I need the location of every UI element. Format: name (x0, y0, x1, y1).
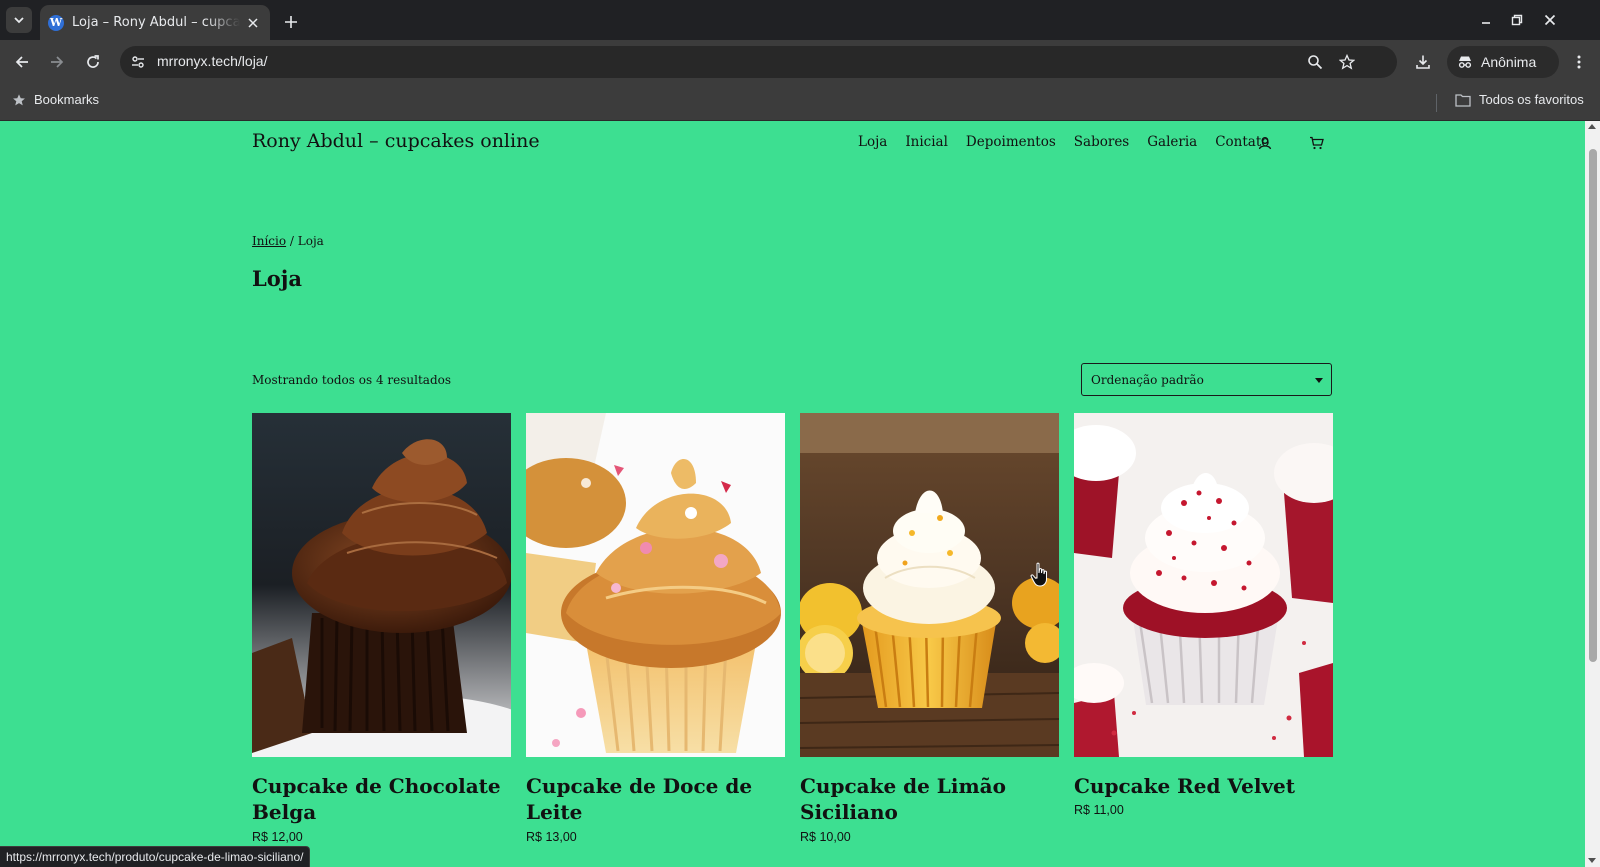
account-button[interactable] (1255, 133, 1275, 153)
site-info-button[interactable] (126, 50, 150, 74)
arrow-left-icon (15, 56, 28, 68)
profile-label: Anônima (1481, 54, 1537, 70)
product-name[interactable]: Cupcake de Chocolate Belga (252, 773, 511, 826)
browser-toolbar: mrronyx.tech/loja/ Anônima (0, 40, 1600, 84)
web-page: Rony Abdul – cupcakes online Loja Inicia… (0, 121, 1585, 867)
product-price: R$ 11,00 (1074, 803, 1124, 818)
product-image-limao-siciliano[interactable] (800, 413, 1059, 757)
scroll-up-arrow-icon[interactable] (1588, 124, 1596, 129)
nav-link-sabores[interactable]: Sabores (1074, 134, 1129, 150)
active-tab[interactable]: W Loja – Rony Abdul – cupcakes online (40, 5, 270, 40)
cart-icon (1309, 136, 1324, 150)
user-icon (1258, 137, 1272, 150)
product-card[interactable]: Cupcake de Chocolate Belga R$ 12,00 (252, 413, 511, 844)
all-bookmarks-folder[interactable]: Todos os favoritos (1455, 92, 1584, 107)
downloads-button[interactable] (1409, 48, 1437, 76)
address-bar[interactable]: mrronyx.tech/loja/ (120, 46, 1397, 78)
tune-icon (132, 56, 144, 68)
close-window-button[interactable] (1537, 8, 1563, 32)
tab-strip: W Loja – Rony Abdul – cupcakes online (0, 0, 1600, 40)
ordering-select[interactable]: Ordenação padrão (1081, 363, 1332, 396)
bookmarks-folder[interactable]: Bookmarks (12, 92, 99, 107)
chevron-down-icon (14, 17, 24, 24)
folder-icon (1455, 93, 1471, 107)
bookmarks-divider (1436, 94, 1437, 112)
incognito-icon (1458, 56, 1472, 68)
close-tab-button[interactable] (244, 14, 262, 32)
tab-title: Loja – Rony Abdul – cupcakes online (72, 15, 240, 30)
nav-link-depoimentos[interactable]: Depoimentos (966, 134, 1056, 150)
ordering-selected-value: Ordenação padrão (1091, 372, 1204, 387)
plus-icon (285, 16, 297, 28)
bookmarks-bar: Bookmarks Todos os favoritos (0, 84, 1600, 121)
bookmark-star-button[interactable] (1335, 50, 1359, 74)
result-count: Mostrando todos os 4 resultados (252, 373, 452, 387)
reload-icon (87, 55, 99, 68)
scrollbar-thumb[interactable] (1589, 149, 1597, 662)
incognito-profile-button[interactable]: Anônima (1447, 46, 1559, 78)
product-card[interactable]: Cupcake Red Velvet R$ 11,00 (1074, 413, 1333, 817)
new-tab-button[interactable] (278, 9, 304, 35)
minimize-button[interactable] (1473, 8, 1499, 32)
product-name[interactable]: Cupcake de Doce de Leite (526, 773, 785, 826)
star-outline-icon (1339, 54, 1355, 70)
minimize-icon (1482, 22, 1490, 24)
star-icon (13, 93, 25, 105)
breadcrumb: Início / Loja (252, 234, 324, 248)
reload-button[interactable] (79, 48, 107, 76)
nav-link-inicial[interactable]: Inicial (905, 134, 948, 150)
arrow-right-icon (51, 56, 64, 68)
scroll-down-arrow-icon[interactable] (1588, 858, 1596, 863)
hand-cursor-icon (1030, 562, 1047, 587)
page-title: Loja (252, 266, 302, 291)
site-title[interactable]: Rony Abdul – cupcakes online (252, 130, 540, 152)
bookmarks-label: Bookmarks (34, 92, 100, 107)
product-card[interactable]: Cupcake de Doce de Leite R$ 13,00 (526, 413, 785, 844)
main-navigation: Loja Inicial Depoimentos Sabores Galeria… (858, 134, 1287, 150)
breadcrumb-home-link[interactable]: Início (252, 234, 286, 248)
breadcrumb-separator: / (286, 234, 298, 248)
product-image-chocolate[interactable] (252, 413, 511, 757)
url-text[interactable]: mrronyx.tech/loja/ (157, 53, 267, 69)
product-image-doce-de-leite[interactable] (526, 413, 785, 757)
product-card[interactable]: Cupcake de Limão Siciliano R$ 10,00 (800, 413, 1059, 844)
product-name[interactable]: Cupcake de Limão Siciliano (800, 773, 1059, 826)
more-vertical-icon (1577, 55, 1581, 69)
restore-icon (1511, 14, 1523, 26)
forward-button[interactable] (43, 48, 71, 76)
breadcrumb-current: Loja (297, 234, 324, 248)
cart-button[interactable] (1306, 133, 1326, 153)
link-status-bar: https://mrronyx.tech/produto/cupcake-de-… (0, 846, 311, 867)
product-price: R$ 13,00 (526, 829, 577, 844)
caret-down-icon (1315, 378, 1323, 383)
close-icon (248, 17, 258, 28)
browser-menu-button[interactable] (1565, 48, 1593, 76)
nav-link-galeria[interactable]: Galeria (1147, 134, 1197, 150)
product-image-red-velvet[interactable] (1074, 413, 1333, 757)
close-icon (1544, 14, 1556, 26)
page-scrollbar[interactable] (1585, 121, 1600, 867)
download-icon (1416, 55, 1430, 69)
back-button[interactable] (8, 48, 36, 76)
product-price: R$ 12,00 (252, 829, 303, 844)
product-name[interactable]: Cupcake Red Velvet (1074, 773, 1333, 799)
nav-link-loja[interactable]: Loja (858, 134, 887, 150)
tab-search-button[interactable] (6, 7, 32, 33)
restore-button[interactable] (1504, 8, 1530, 32)
wordpress-icon: W (48, 14, 64, 31)
all-bookmarks-label: Todos os favoritos (1479, 92, 1584, 107)
product-price: R$ 10,00 (800, 829, 851, 844)
zoom-button[interactable] (1303, 50, 1327, 74)
zoom-icon (1308, 55, 1323, 70)
